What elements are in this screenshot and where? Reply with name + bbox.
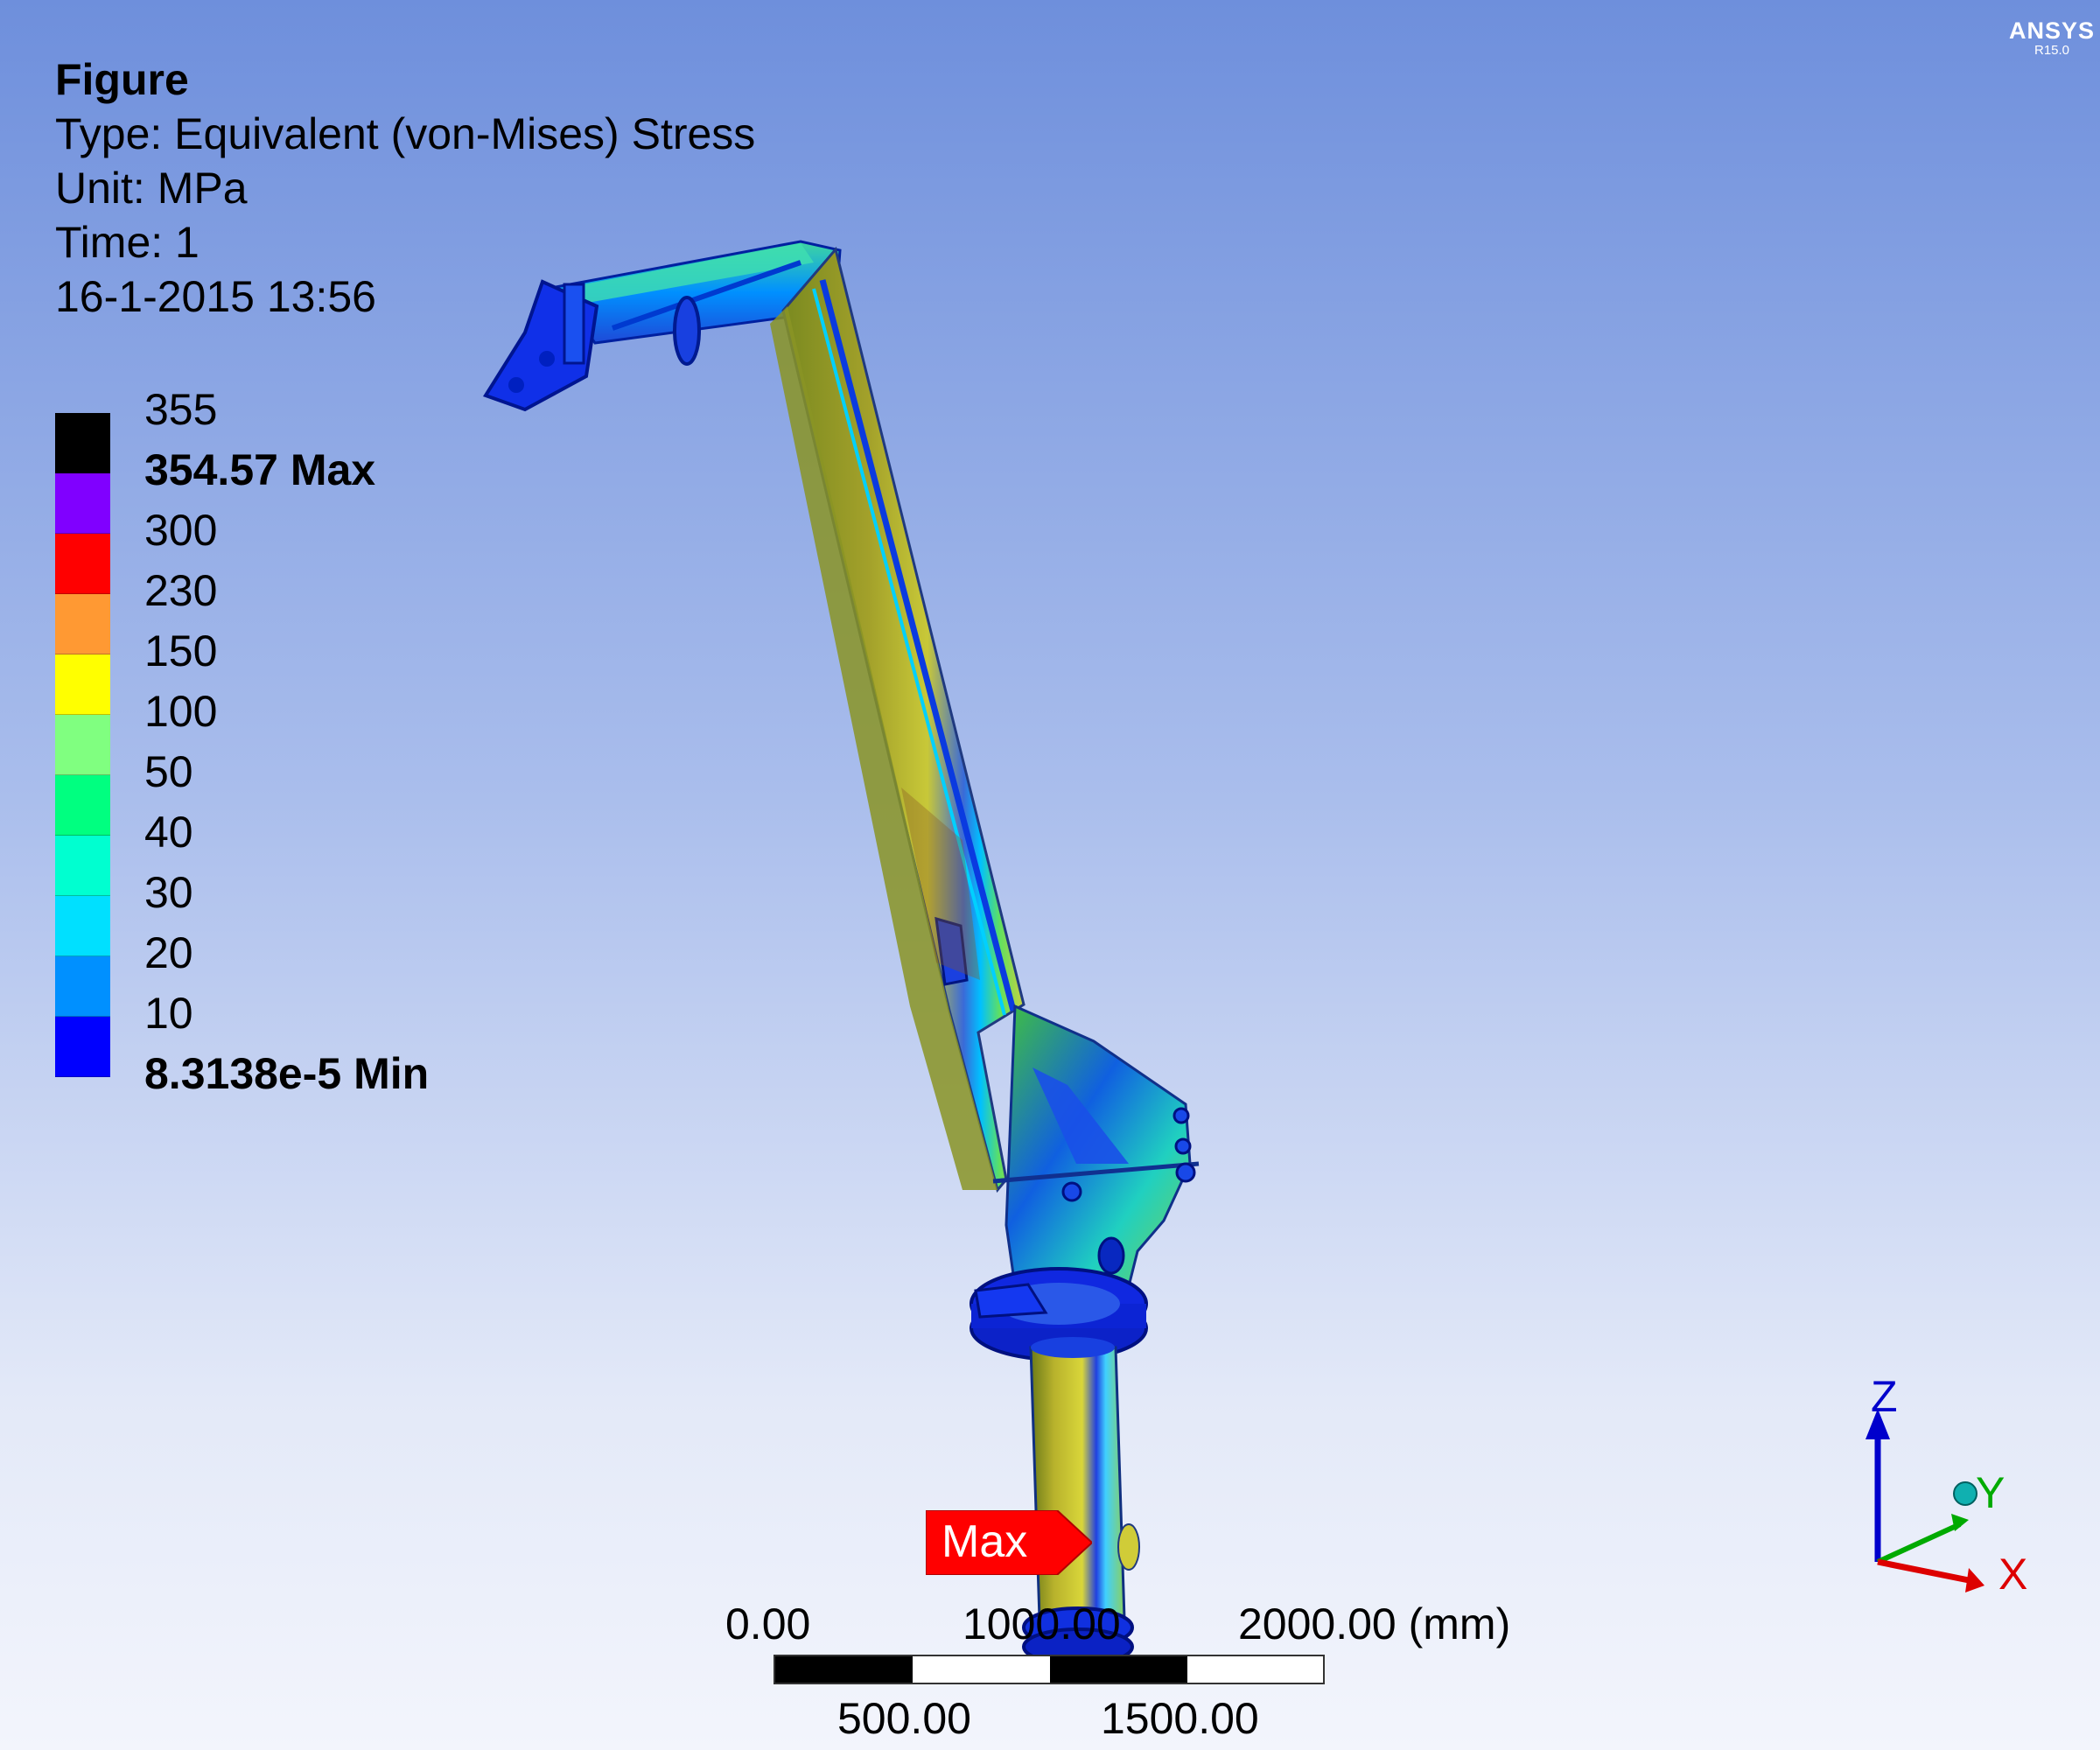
y-axis-ball: [1953, 1481, 1978, 1506]
model-viewport[interactable]: [0, 0, 2100, 1750]
scale-label-500: 500.00: [837, 1694, 971, 1743]
scale-label-1000: 1000.00: [962, 1600, 1121, 1648]
x-axis-arrow: [1965, 1568, 1984, 1592]
z-axis-label: Z: [1871, 1372, 1898, 1421]
jib-tip-bracket: [482, 279, 599, 412]
y-axis-label: Y: [1976, 1468, 2006, 1517]
scale-label-0: 0.00: [725, 1600, 811, 1648]
main-boom: [770, 246, 1026, 1194]
scale-label-1500: 1500.00: [1101, 1694, 1259, 1743]
scale-segment-dark-2: [1050, 1656, 1187, 1683]
max-probe-label[interactable]: Max: [926, 1510, 1092, 1575]
max-tag-text: Max: [942, 1516, 1028, 1567]
x-axis-label: X: [1998, 1550, 2028, 1599]
x-axis-line: [1877, 1558, 1974, 1585]
scale-label-2000: 2000.00 (mm): [1238, 1600, 1511, 1648]
scale-ruler: [774, 1655, 1325, 1684]
slewing-joint: [992, 1004, 1200, 1288]
scale-segment-dark-1: [775, 1656, 913, 1683]
y-axis-line: [1876, 1522, 1962, 1564]
